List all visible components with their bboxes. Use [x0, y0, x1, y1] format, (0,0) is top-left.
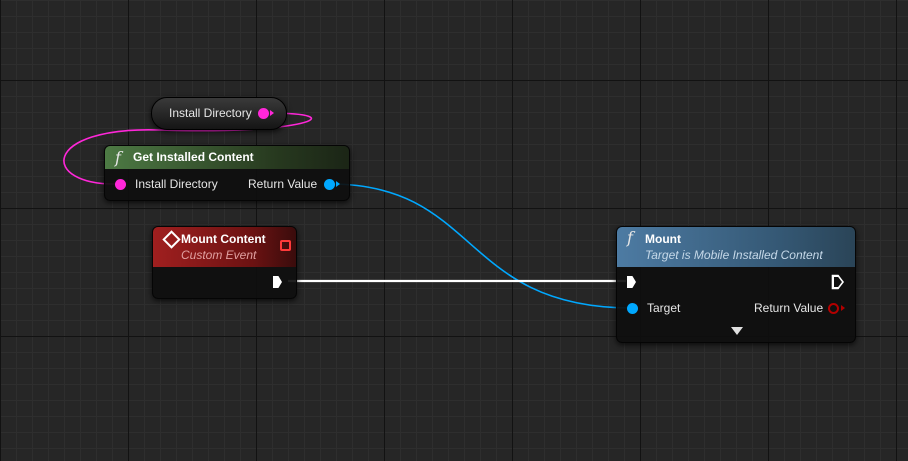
mount-header: f Mount Target is Mobile Installed Conte…	[617, 227, 855, 267]
install-directory-input-pin[interactable]	[115, 179, 126, 190]
mount-return-value-label: Return Value	[754, 301, 824, 315]
mount-title: Mount	[645, 232, 681, 246]
mount-content-title: Mount Content	[181, 232, 266, 246]
get-installed-content-title: Get Installed Content	[133, 150, 254, 164]
wire-return-value-to-target[interactable]	[329, 183, 633, 309]
mount-content-event-node[interactable]: Mount Content Custom Event	[152, 226, 297, 299]
get-installed-content-header: f Get Installed Content	[105, 146, 349, 169]
install-directory-input-label: Install Directory	[135, 177, 218, 191]
mount-subtitle: Target is Mobile Installed Content	[645, 248, 823, 262]
expand-arrow-icon[interactable]	[731, 327, 743, 335]
mount-content-header: Mount Content Custom Event	[153, 227, 296, 267]
return-value-output-label: Return Value	[248, 177, 318, 191]
return-value-pin-arrow	[336, 181, 340, 187]
install-directory-pin-arrow	[270, 110, 274, 116]
mount-content-subtitle: Custom Event	[181, 248, 257, 262]
mount-function-node[interactable]: f Mount Target is Mobile Installed Conte…	[616, 226, 856, 343]
target-input-label: Target	[647, 301, 681, 315]
function-icon: f	[627, 228, 633, 247]
get-installed-content-node[interactable]: f Get Installed Content Install Director…	[104, 145, 350, 201]
install-directory-output-pin[interactable]	[258, 108, 269, 119]
return-value-output-pin[interactable]	[324, 179, 335, 190]
mount-exec-in-pin[interactable]	[627, 276, 636, 288]
function-icon: f	[115, 148, 121, 167]
install-directory-variable-node[interactable]: Install Directory	[151, 97, 287, 130]
target-input-pin[interactable]	[627, 303, 638, 314]
mount-exec-out-outline	[831, 274, 845, 290]
event-diamond-icon	[162, 230, 181, 249]
install-directory-label: Install Directory	[169, 106, 252, 120]
mount-return-value-pin-arrow	[841, 305, 845, 311]
mount-content-exec-out-pin[interactable]	[273, 276, 282, 288]
mount-return-value-pin[interactable]	[828, 303, 839, 314]
delegate-pin-icon[interactable]	[280, 240, 291, 251]
